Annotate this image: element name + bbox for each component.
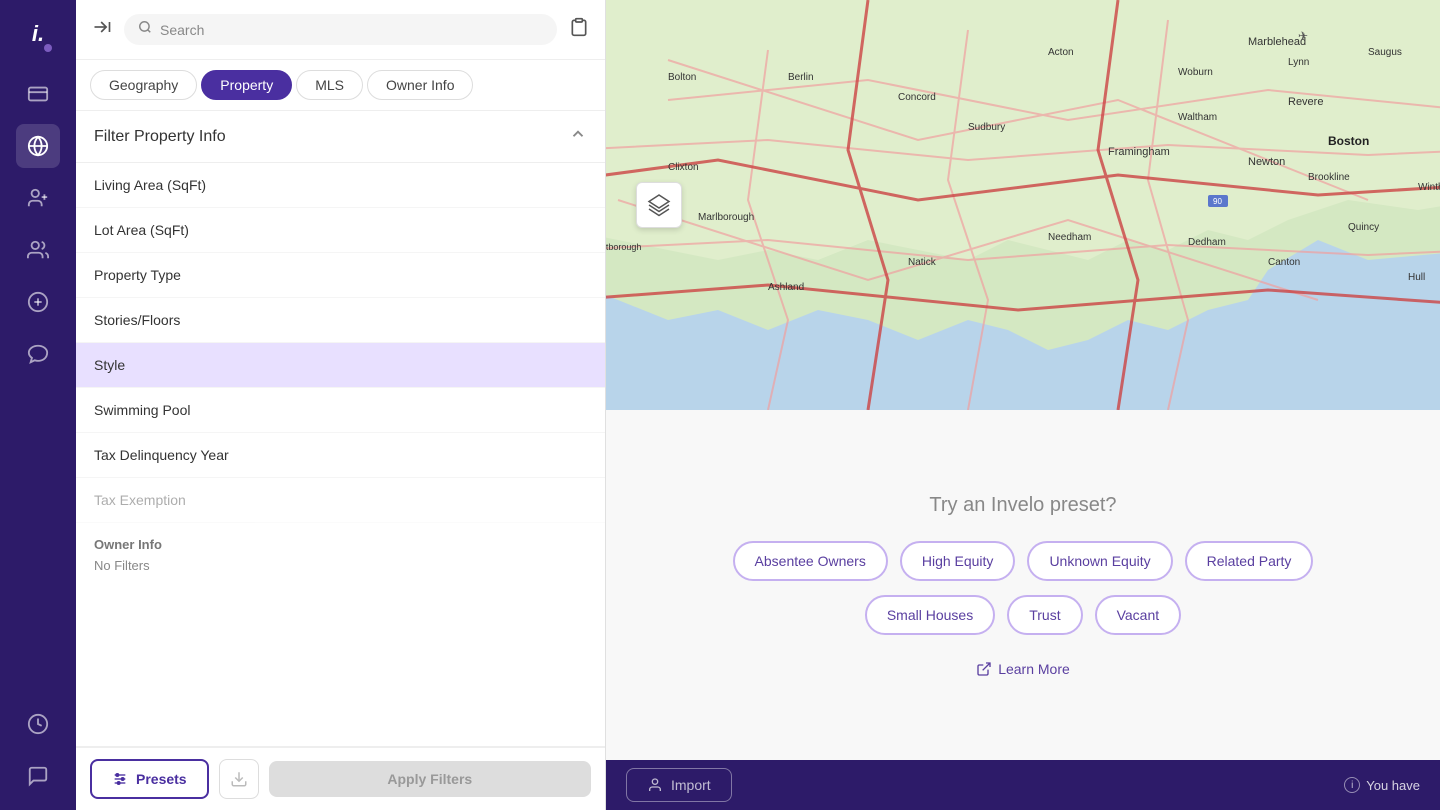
svg-text:Ashland: Ashland: [768, 282, 804, 293]
svg-text:Waltham: Waltham: [1178, 112, 1217, 123]
svg-text:Sudbury: Sudbury: [968, 122, 1005, 133]
status-info-icon: i: [1344, 777, 1360, 793]
svg-text:Woburn: Woburn: [1178, 67, 1213, 78]
bottom-toolbar: Presets Apply Filters: [76, 746, 605, 810]
preset-chip-unknown-equity[interactable]: Unknown Equity: [1027, 541, 1172, 581]
status-message: You have: [1366, 778, 1420, 793]
svg-text:Needham: Needham: [1048, 232, 1091, 243]
preset-chip-high-equity[interactable]: High Equity: [900, 541, 1016, 581]
owner-info-section-label: Owner Info: [76, 523, 605, 552]
filter-header[interactable]: Filter Property Info: [76, 111, 605, 163]
svg-text:Acton: Acton: [1048, 47, 1074, 58]
svg-text:Marlborough: Marlborough: [698, 212, 754, 223]
filter-item-tax-delinquency[interactable]: Tax Delinquency Year: [76, 433, 605, 478]
no-filters-text: No Filters: [76, 552, 605, 589]
svg-text:Natick: Natick: [908, 257, 937, 268]
svg-text:Winthrop: Winthrop: [1418, 182, 1440, 193]
preset-panel: Try an Invelo preset? Absentee Owners Hi…: [606, 410, 1440, 760]
map-area: Marblehead Lynn Saugus Woburn Acton Walt…: [606, 0, 1440, 410]
filter-item-property-type[interactable]: Property Type: [76, 253, 605, 298]
sidebar-item-history[interactable]: [16, 702, 60, 746]
svg-text:Dedham: Dedham: [1188, 237, 1226, 248]
export-button[interactable]: [219, 759, 259, 799]
svg-text:Quincy: Quincy: [1348, 222, 1379, 233]
svg-text:Hull: Hull: [1408, 272, 1425, 283]
tab-geography[interactable]: Geography: [90, 70, 197, 100]
sidebar-item-chat[interactable]: [16, 754, 60, 798]
status-bar: Import i You have: [606, 760, 1440, 810]
filter-tabs: Geography Property MLS Owner Info: [76, 60, 605, 111]
import-label: Import: [671, 777, 711, 793]
svg-text:Bolton: Bolton: [668, 72, 696, 83]
svg-text:Newton: Newton: [1248, 156, 1285, 168]
presets-label: Presets: [136, 771, 187, 787]
search-icon: [138, 20, 152, 39]
sidebar-item-marketing[interactable]: [16, 332, 60, 376]
preset-chip-related-party[interactable]: Related Party: [1185, 541, 1314, 581]
tab-mls[interactable]: MLS: [296, 70, 363, 100]
filter-list: Living Area (SqFt) Lot Area (SqFt) Prope…: [76, 163, 605, 746]
left-panel: Search Geography Property MLS Owner Info…: [76, 0, 606, 810]
filter-item-lot-area[interactable]: Lot Area (SqFt): [76, 208, 605, 253]
apply-filters-button[interactable]: Apply Filters: [269, 761, 591, 797]
svg-text:Framingham: Framingham: [1108, 146, 1170, 158]
learn-more-link[interactable]: Learn More: [976, 661, 1070, 677]
filter-section: Filter Property Info Living Area (SqFt) …: [76, 111, 605, 746]
svg-text:✈: ✈: [1298, 29, 1308, 43]
logo: i.: [20, 16, 56, 52]
svg-text:Westborough: Westborough: [606, 242, 641, 252]
sidebar: i.: [0, 0, 76, 810]
status-text: i You have: [1344, 777, 1420, 793]
logo-area[interactable]: i.: [16, 12, 60, 56]
filter-item-tax-exemption[interactable]: Tax Exemption: [76, 478, 605, 523]
svg-text:Clixton: Clixton: [668, 162, 699, 173]
filter-item-stories-floors[interactable]: Stories/Floors: [76, 298, 605, 343]
svg-text:Canton: Canton: [1268, 257, 1300, 268]
sidebar-item-team[interactable]: [16, 228, 60, 272]
svg-text:Boston: Boston: [1328, 134, 1369, 148]
filter-item-style[interactable]: Style: [76, 343, 605, 388]
search-bar[interactable]: Search: [124, 14, 557, 45]
preset-chip-trust[interactable]: Trust: [1007, 595, 1082, 635]
preset-chips-row-1: Absentee Owners High Equity Unknown Equi…: [733, 541, 1314, 581]
top-bar: Search: [76, 0, 605, 60]
right-area: Marblehead Lynn Saugus Woburn Acton Walt…: [606, 0, 1440, 810]
collapse-icon: [569, 125, 587, 148]
svg-text:Lynn: Lynn: [1288, 57, 1309, 68]
filter-item-living-area[interactable]: Living Area (SqFt): [76, 163, 605, 208]
preset-chips-row-2: Small Houses Trust Vacant: [865, 595, 1181, 635]
presets-button[interactable]: Presets: [90, 759, 209, 799]
clipboard-icon[interactable]: [569, 17, 589, 42]
learn-more-label: Learn More: [998, 661, 1070, 677]
import-button[interactable]: Import: [626, 768, 732, 802]
sidebar-item-globe[interactable]: [16, 124, 60, 168]
preset-chip-absentee-owners[interactable]: Absentee Owners: [733, 541, 888, 581]
svg-text:Saugus: Saugus: [1368, 47, 1402, 58]
expand-icon[interactable]: [92, 17, 112, 42]
tab-owner-info[interactable]: Owner Info: [367, 70, 473, 100]
preset-chip-vacant[interactable]: Vacant: [1095, 595, 1182, 635]
svg-text:Concord: Concord: [898, 92, 936, 103]
preset-title: Try an Invelo preset?: [929, 494, 1116, 517]
svg-text:Berlin: Berlin: [788, 72, 814, 83]
preset-chip-small-houses[interactable]: Small Houses: [865, 595, 995, 635]
sidebar-item-card[interactable]: [16, 72, 60, 116]
svg-text:Brookline: Brookline: [1308, 172, 1350, 183]
sidebar-item-add-contact[interactable]: [16, 176, 60, 220]
filter-item-swimming-pool[interactable]: Swimming Pool: [76, 388, 605, 433]
tab-property[interactable]: Property: [201, 70, 292, 100]
svg-text:Revere: Revere: [1288, 96, 1323, 108]
sidebar-item-finance[interactable]: [16, 280, 60, 324]
svg-text:90: 90: [1213, 197, 1222, 206]
map-layers-button[interactable]: [636, 182, 682, 228]
search-placeholder: Search: [160, 22, 204, 38]
filter-header-title: Filter Property Info: [94, 128, 226, 146]
